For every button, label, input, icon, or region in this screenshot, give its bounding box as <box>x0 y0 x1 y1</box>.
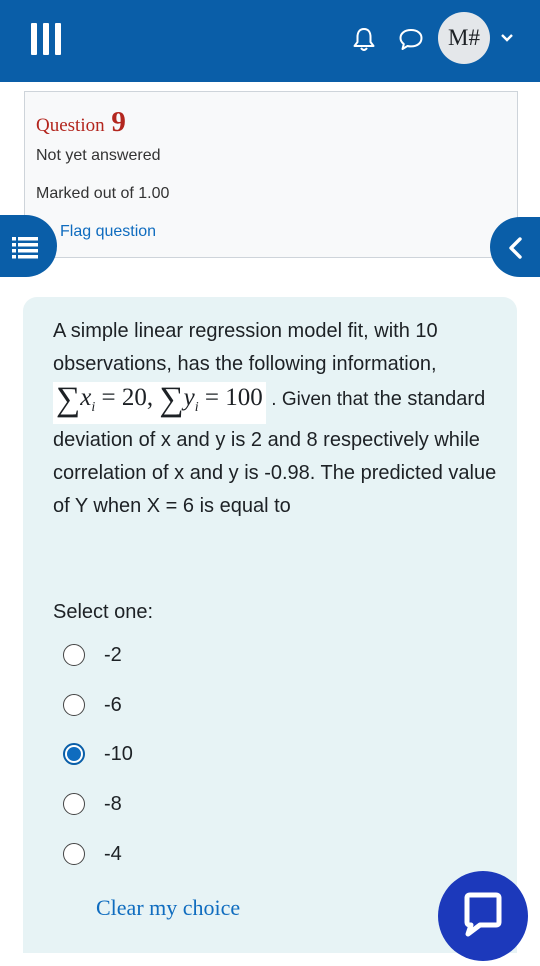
answer-option[interactable]: -2 <box>63 640 122 670</box>
question-heading: Question 9 <box>36 106 126 139</box>
radio-button[interactable] <box>63 793 85 815</box>
question-info-panel: Question 9 Not yet answered Marked out o… <box>24 91 518 258</box>
sum-formula-image: ∑xi = 20, ∑yi = 100 <box>53 381 266 424</box>
bell-icon[interactable] <box>351 26 377 54</box>
answer-option-label[interactable]: -2 <box>104 644 122 667</box>
chevron-down-icon[interactable] <box>499 32 515 44</box>
answer-option-label[interactable]: -8 <box>104 793 122 816</box>
answer-option-label[interactable]: -10 <box>104 743 133 766</box>
top-navbar: M# <box>0 0 540 82</box>
chat-launcher-button[interactable] <box>438 871 528 961</box>
clear-choice-link[interactable]: Clear my choice <box>96 895 240 921</box>
blocks-drawer-toggle[interactable] <box>490 217 540 277</box>
radio-button[interactable] <box>63 843 85 865</box>
answer-option-label[interactable]: -4 <box>104 843 122 866</box>
question-text-intro: A simple linear regression model fit, wi… <box>53 320 438 376</box>
chevron-left-icon <box>509 237 522 259</box>
radio-button-selected[interactable] <box>63 743 85 765</box>
question-state: Not yet answered <box>36 147 161 164</box>
radio-button[interactable] <box>63 644 85 666</box>
question-number: 9 <box>111 106 126 138</box>
answer-option[interactable]: -10 <box>63 739 133 769</box>
question-text: A simple linear regression model fit, wi… <box>53 315 503 523</box>
answer-option[interactable]: -8 <box>63 789 122 819</box>
answer-option[interactable]: -6 <box>63 690 122 720</box>
quiz-navigation-toggle[interactable] <box>0 215 57 277</box>
question-text-given: . Given that <box>271 388 369 410</box>
flag-question-link[interactable]: Flag question <box>60 223 156 241</box>
avatar[interactable]: M# <box>438 12 490 64</box>
list-icon <box>12 237 38 259</box>
question-grade: Marked out of 1.00 <box>36 185 170 202</box>
select-one-label: Select one: <box>53 601 154 623</box>
chat-bubble-icon <box>464 892 502 937</box>
answer-option[interactable]: -4 <box>63 839 122 869</box>
chat-icon[interactable] <box>397 26 425 52</box>
answer-option-label[interactable]: -6 <box>104 694 122 717</box>
question-content: A simple linear regression model fit, wi… <box>23 297 517 953</box>
hamburger-icon[interactable] <box>28 21 64 57</box>
radio-button[interactable] <box>63 694 85 716</box>
question-label: Question <box>36 115 105 136</box>
